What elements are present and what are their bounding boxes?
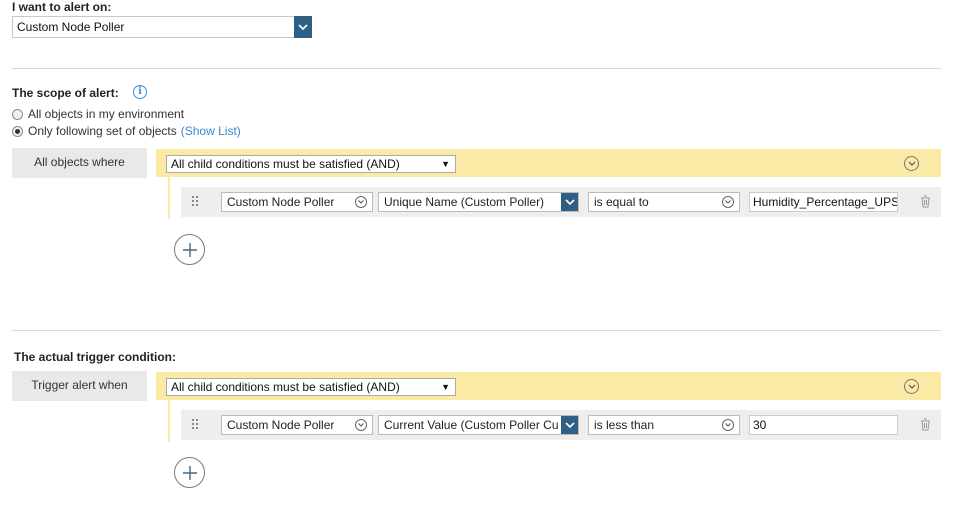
collapse-chevron-icon[interactable] (904, 379, 919, 394)
scope-operator-value: is equal to (594, 195, 649, 209)
scope-field-select[interactable]: Unique Name (Custom Poller) (378, 192, 579, 212)
tree-connector-line (168, 177, 170, 219)
trigger-value-input[interactable]: 30 (749, 415, 898, 435)
scope-option-following[interactable]: Only following set of objects (Show List… (12, 124, 241, 138)
dropdown-arrow-icon: ▼ (441, 159, 450, 169)
trigger-field-value: Current Value (Custom Poller Cu (384, 418, 559, 432)
trigger-condition-row: Custom Node Poller Current Value (Custom… (181, 410, 941, 440)
chevron-down-icon[interactable] (294, 16, 312, 38)
chevron-down-icon[interactable] (561, 416, 578, 434)
add-scope-condition-button[interactable] (174, 234, 205, 265)
scope-object-value: Custom Node Poller (227, 195, 335, 209)
show-list-link[interactable]: (Show List) (181, 124, 241, 138)
scope-value-input[interactable]: Humidity_Percentage_UPS (749, 192, 898, 212)
scope-condition-group-bar: All child conditions must be satisfied (… (156, 149, 941, 177)
scope-side-label: All objects where (12, 148, 147, 178)
trigger-label: The actual trigger condition: (14, 350, 177, 364)
trigger-condition-group-bar: All child conditions must be satisfied (… (156, 372, 941, 400)
plus-icon (182, 242, 197, 257)
trigger-group-operator-select[interactable]: All child conditions must be satisfied (… (166, 378, 456, 396)
trash-icon[interactable] (920, 418, 931, 431)
scope-option-following-label: Only following set of objects (28, 124, 177, 138)
chevron-down-icon (722, 196, 734, 208)
scope-group-operator-select[interactable]: All child conditions must be satisfied (… (166, 155, 456, 173)
trigger-operator-value: is less than (594, 418, 655, 432)
trigger-object-value: Custom Node Poller (227, 418, 335, 432)
info-icon[interactable]: i (133, 85, 147, 99)
scope-label: The scope of alert: (12, 86, 119, 100)
trigger-object-select[interactable]: Custom Node Poller (221, 415, 373, 435)
scope-option-all-label: All objects in my environment (28, 107, 185, 121)
scope-condition-row: Custom Node Poller Unique Name (Custom P… (181, 187, 941, 217)
chevron-down-icon[interactable] (561, 193, 578, 211)
trigger-field-select[interactable]: Current Value (Custom Poller Cu (378, 415, 579, 435)
chevron-down-icon (355, 419, 367, 431)
plus-icon (182, 465, 197, 480)
alert-on-select[interactable]: Custom Node Poller (12, 16, 312, 38)
trigger-operator-select[interactable]: is less than (588, 415, 740, 435)
scope-operator-select[interactable]: is equal to (588, 192, 740, 212)
alert-on-selected-value: Custom Node Poller (17, 20, 125, 34)
scope-option-all[interactable]: All objects in my environment (12, 107, 184, 121)
trigger-side-label: Trigger alert when (12, 371, 147, 401)
trigger-group-operator-value: All child conditions must be satisfied (… (171, 380, 400, 394)
drag-grip-icon[interactable] (192, 196, 199, 208)
section-divider (12, 330, 941, 331)
scope-group-operator-value: All child conditions must be satisfied (… (171, 157, 400, 171)
trash-icon[interactable] (920, 195, 931, 208)
scope-object-select[interactable]: Custom Node Poller (221, 192, 373, 212)
scope-field-value: Unique Name (Custom Poller) (384, 195, 545, 209)
chevron-down-icon (722, 419, 734, 431)
tree-connector-line (168, 400, 170, 442)
collapse-chevron-icon[interactable] (904, 156, 919, 171)
drag-grip-icon[interactable] (192, 419, 199, 431)
add-trigger-condition-button[interactable] (174, 457, 205, 488)
radio-button-checked[interactable] (12, 125, 23, 137)
dropdown-arrow-icon: ▼ (441, 382, 450, 392)
section-divider (12, 68, 941, 69)
radio-button[interactable] (12, 108, 23, 120)
chevron-down-icon (355, 196, 367, 208)
alert-on-label: I want to alert on: (12, 0, 112, 14)
